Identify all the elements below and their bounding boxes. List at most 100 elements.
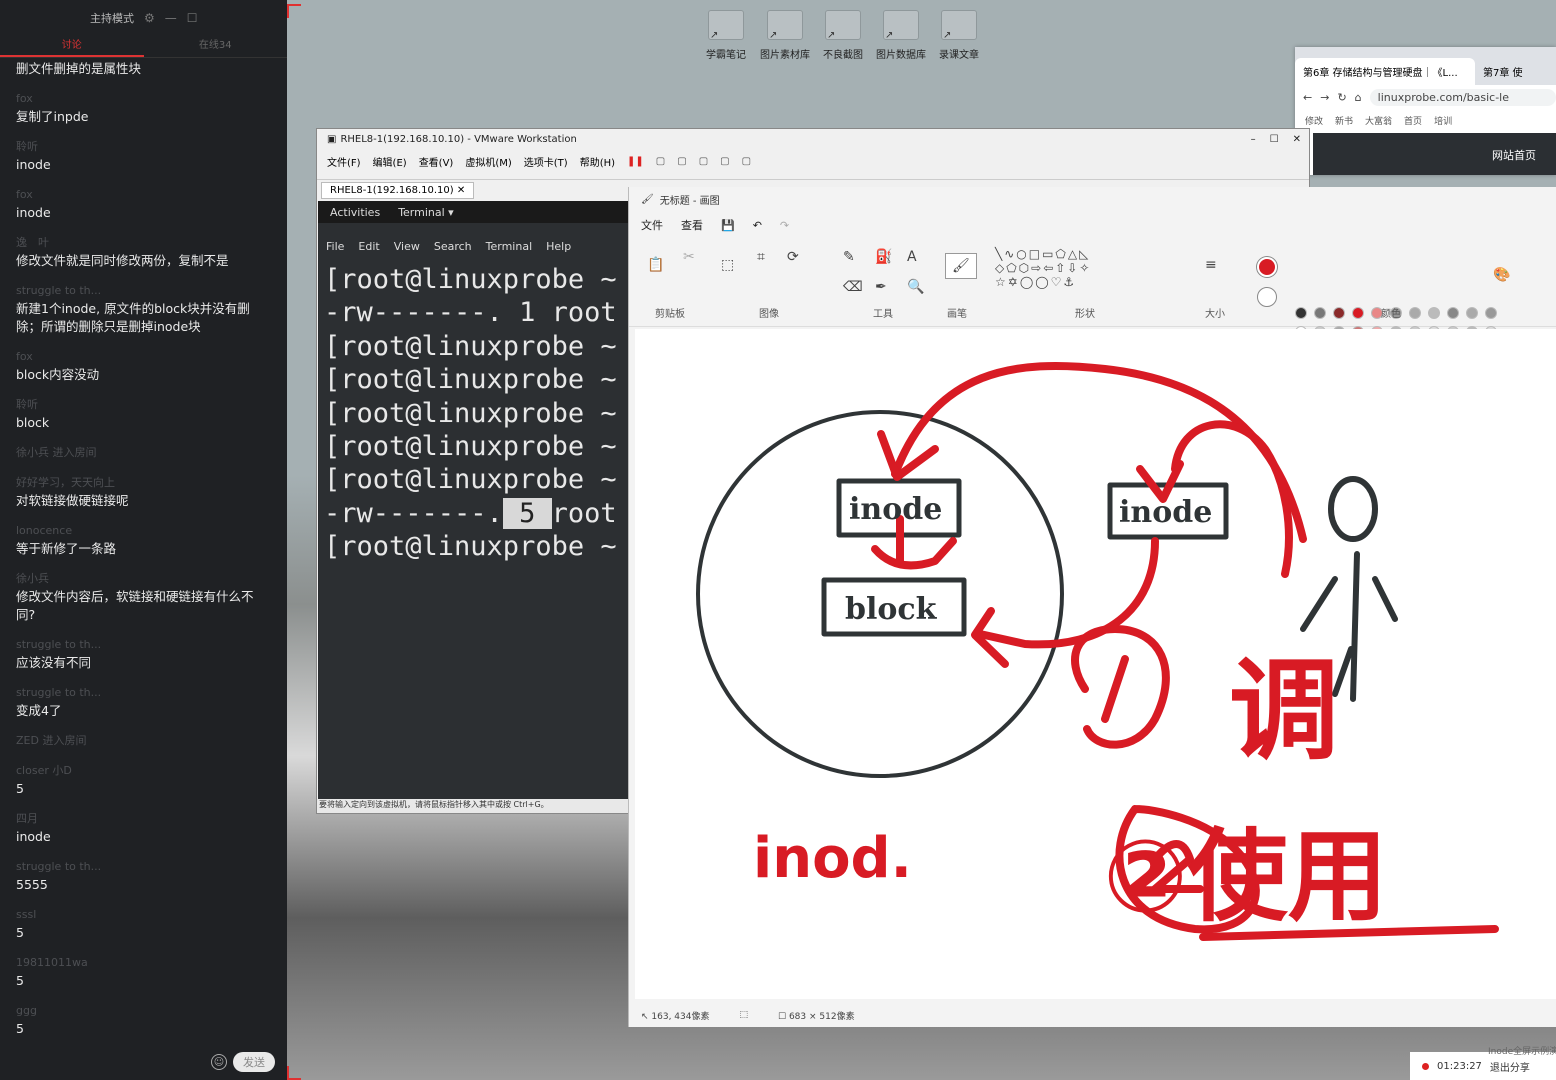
terminal-line: [root@linuxprobe ~ bbox=[324, 463, 630, 496]
chat-text: 对软链接做硬链接呢 bbox=[16, 493, 129, 508]
vmware-menu-item[interactable]: 虚拟机(M) bbox=[465, 154, 511, 169]
vmware-titlebar: ▣ RHEL8-1(192.168.10.10) - VMware Workst… bbox=[317, 129, 1309, 149]
emoji-icon[interactable]: ☺ bbox=[211, 1054, 227, 1070]
palette-swatch[interactable] bbox=[1428, 307, 1440, 319]
terminal-menu-item[interactable]: Edit bbox=[358, 240, 379, 253]
terminal-menu-item[interactable]: Search bbox=[434, 240, 472, 253]
edit-colors-icon[interactable]: 🎨 bbox=[1493, 267, 1510, 283]
terminal-menu-item[interactable]: View bbox=[394, 240, 420, 253]
text-icon[interactable]: A bbox=[907, 249, 917, 265]
bookmark-item[interactable]: 大富翁 bbox=[1365, 114, 1392, 127]
palette-swatch[interactable] bbox=[1485, 307, 1497, 319]
chat-message: 四月 inode bbox=[16, 810, 271, 846]
browser-tab[interactable]: 第7章 使 bbox=[1475, 58, 1531, 85]
canvas-inode-left: inode bbox=[849, 492, 942, 527]
maximize-icon[interactable]: ☐ bbox=[187, 11, 198, 25]
home-icon[interactable]: ⌂ bbox=[1355, 91, 1362, 104]
chat-username: fox bbox=[16, 188, 33, 201]
palette-swatch[interactable] bbox=[1314, 307, 1326, 319]
reload-icon[interactable]: ↻ bbox=[1337, 91, 1346, 104]
terminal-output[interactable]: [root@linuxprobe ~ -rw-------. 1 root [roo… bbox=[318, 263, 630, 564]
bookmark-item[interactable]: 修改 bbox=[1305, 114, 1323, 127]
pencil-icon[interactable]: ✎ bbox=[843, 249, 855, 265]
browser-tab-active[interactable]: 第6章 存储结构与管理硬盘｜《L... bbox=[1295, 58, 1475, 85]
color2-swatch[interactable] bbox=[1257, 287, 1277, 307]
gnome-topbar: Activities Terminal ▾ bbox=[318, 201, 630, 223]
undo-icon[interactable]: ↶ bbox=[753, 219, 762, 232]
cut-icon[interactable]: ✂ bbox=[683, 249, 695, 265]
paste-icon[interactable]: 📋 bbox=[647, 257, 664, 273]
chat-message: struggle to th... 应该没有不同 bbox=[16, 636, 271, 672]
menu-view[interactable]: 查看 bbox=[681, 217, 703, 233]
vmware-menu-item[interactable]: 选项卡(T) bbox=[524, 154, 568, 169]
rotate-icon[interactable]: ⟳ bbox=[787, 249, 799, 265]
save-icon[interactable]: 💾 bbox=[721, 219, 735, 232]
tab-online[interactable]: 在线34 bbox=[144, 36, 288, 57]
guest-screen[interactable]: Activities Terminal ▾ File Edit View Search… bbox=[318, 201, 630, 801]
group-size: 大小 bbox=[1205, 309, 1225, 320]
settings-icon[interactable]: ⚙ bbox=[144, 11, 155, 25]
desktop-icon-2[interactable]: 图片素材库 bbox=[759, 10, 811, 61]
snapshot-icon[interactable]: ▢ bbox=[656, 156, 665, 167]
terminal-line-text: [root@linuxprobe ~ bbox=[324, 531, 617, 563]
vmware-menu-item[interactable]: 查看(V) bbox=[419, 154, 454, 169]
palette-swatch[interactable] bbox=[1409, 307, 1421, 319]
size-icon[interactable]: ≡ bbox=[1205, 257, 1217, 273]
revert-icon[interactable]: ▢ bbox=[677, 156, 686, 167]
manage-snapshot-icon[interactable]: ▢ bbox=[699, 156, 708, 167]
chat-message: ZED 进入房间 bbox=[16, 732, 271, 750]
forward-icon[interactable]: → bbox=[1320, 91, 1329, 104]
terminal-app-menu[interactable]: Terminal ▾ bbox=[398, 206, 454, 219]
bookmark-item[interactable]: 培训 bbox=[1434, 114, 1452, 127]
palette-swatch[interactable] bbox=[1352, 307, 1364, 319]
bookmark-item[interactable]: 新书 bbox=[1335, 114, 1353, 127]
minimize-icon[interactable]: — bbox=[165, 11, 177, 25]
stop-share-button[interactable]: 退出分享 bbox=[1490, 1059, 1530, 1074]
vmware-menu-item[interactable]: 帮助(H) bbox=[580, 154, 615, 169]
pause-icon[interactable]: ❚❚ bbox=[627, 156, 644, 167]
activities-button[interactable]: Activities bbox=[330, 206, 380, 219]
send-button[interactable]: 发送 bbox=[233, 1052, 275, 1072]
eraser-icon[interactable]: ⌫ bbox=[843, 279, 863, 295]
paint-statusbar: ↖ 163, 434像素 ⬚ ☐ 683 × 512像素 bbox=[629, 1003, 1556, 1027]
palette-swatch[interactable] bbox=[1447, 307, 1459, 319]
color1-swatch[interactable] bbox=[1257, 257, 1277, 277]
back-icon[interactable]: ← bbox=[1303, 91, 1312, 104]
menu-file[interactable]: 文件 bbox=[641, 217, 663, 233]
shapes-gallery-icon[interactable]: ╲∿○□▭⬠△◺ ◇⬠⬡⇨⇦⇧⇩✧ ☆✡◯◯♡⚓ bbox=[995, 247, 1091, 289]
desktop-icon-1[interactable]: 学霸笔记 bbox=[700, 10, 752, 61]
desktop-icon-5[interactable]: 录课文章 bbox=[933, 10, 985, 61]
terminal-menu-item[interactable]: Terminal bbox=[486, 240, 533, 253]
terminal-menu-item[interactable]: Help bbox=[546, 240, 571, 253]
select-icon[interactable]: ⬚ bbox=[721, 257, 734, 273]
bookmark-item[interactable]: 首页 bbox=[1404, 114, 1422, 127]
brush-icon[interactable]: 🖌 bbox=[945, 253, 977, 279]
paint-canvas[interactable]: inode block inode inod. 调 ②使用 bbox=[635, 329, 1556, 999]
desktop-icon-4[interactable]: 图片数据库 bbox=[875, 10, 927, 61]
chat-message-list[interactable]: 删文件删掉的是属性块 fox 复制了inpde 聆听 inode fox inode 逸 叶修… bbox=[0, 58, 287, 1044]
console-icon[interactable]: ▢ bbox=[742, 156, 751, 167]
crop-icon[interactable]: ⌗ bbox=[757, 249, 765, 265]
palette-swatch[interactable] bbox=[1466, 307, 1478, 319]
zoom-icon[interactable]: 🔍 bbox=[907, 279, 924, 295]
host-mode-label[interactable]: 主持模式 bbox=[90, 10, 134, 26]
canvas-size: 683 × 512像素 bbox=[788, 1011, 855, 1022]
fill-icon[interactable]: ⛽ bbox=[875, 249, 892, 265]
maximize-icon[interactable]: ☐ bbox=[1270, 134, 1279, 145]
desktop-icon-3[interactable]: 不良截图 bbox=[817, 10, 869, 61]
palette-swatch[interactable] bbox=[1333, 307, 1345, 319]
vmware-menu-item[interactable]: 文件(F) bbox=[327, 154, 361, 169]
redo-icon[interactable]: ↷ bbox=[780, 219, 789, 232]
fullscreen-icon[interactable]: ▢ bbox=[720, 156, 729, 167]
picker-icon[interactable]: ✒ bbox=[875, 279, 887, 295]
vmware-menu-item[interactable]: 编辑(E) bbox=[373, 154, 407, 169]
url-field[interactable]: linuxprobe.com/basic-le bbox=[1369, 88, 1556, 106]
recording-dot-icon bbox=[1422, 1062, 1429, 1070]
tab-discussion[interactable]: 讨论 bbox=[0, 36, 144, 57]
palette-swatch[interactable] bbox=[1295, 307, 1307, 319]
site-home-link[interactable]: 网站首页 bbox=[1492, 149, 1536, 162]
minimize-icon[interactable]: – bbox=[1251, 134, 1256, 145]
vm-tab[interactable]: RHEL8-1(192.168.10.10) ✕ bbox=[321, 182, 475, 199]
close-icon[interactable]: ✕ bbox=[1293, 134, 1301, 145]
terminal-menu-item[interactable]: File bbox=[326, 240, 344, 253]
